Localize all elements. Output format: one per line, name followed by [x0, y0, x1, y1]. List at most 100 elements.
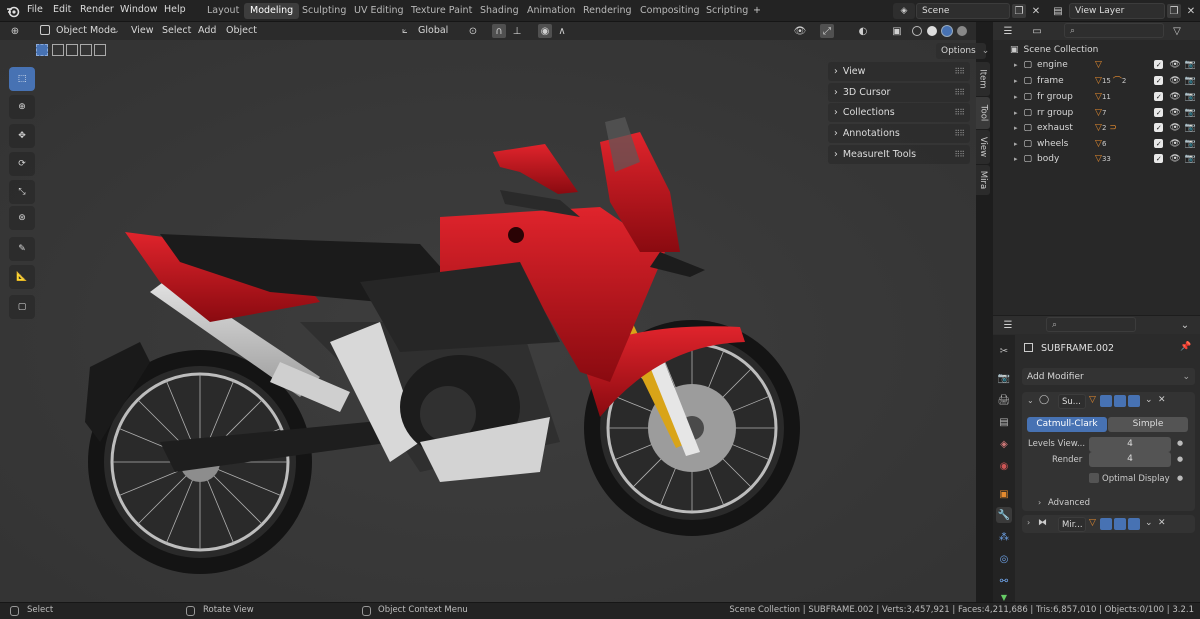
visibility-icon[interactable]: 👁 — [793, 24, 807, 38]
modifier-properties-icon[interactable]: 🔧 — [996, 507, 1012, 523]
keyframe-dot-icon[interactable]: ● — [1177, 474, 1183, 482]
filter-icon[interactable]: ▽ — [1170, 24, 1184, 38]
scale-tool-icon[interactable]: ⤡ — [9, 180, 35, 204]
remove-modifier-icon[interactable]: ✕ — [1158, 395, 1166, 405]
outliner-search-input[interactable]: ⌕ — [1064, 23, 1164, 38]
object-properties-icon[interactable]: ▣ — [996, 486, 1012, 502]
eye-icon[interactable]: 👁 — [1169, 92, 1180, 102]
include-checkbox[interactable]: ✓ — [1154, 76, 1164, 85]
blender-logo-icon[interactable] — [6, 4, 20, 18]
eye-icon[interactable]: 👁 — [1169, 60, 1180, 70]
include-checkbox[interactable]: ✓ — [1154, 139, 1164, 148]
expand-arrow-icon[interactable]: ▸ — [1014, 140, 1018, 148]
annotate-tool-icon[interactable]: ✎ — [9, 237, 35, 261]
include-checkbox[interactable]: ✓ — [1154, 123, 1164, 132]
outliner-row-wheels[interactable]: ▸ ▢ wheels ▽ 6 ✓ 👁 📷 — [996, 136, 1196, 151]
add-cube-tool-icon[interactable]: ▢ — [9, 295, 35, 319]
keyframe-dot-icon[interactable]: ● — [1177, 455, 1183, 463]
render-toggle-icon[interactable] — [1128, 395, 1140, 407]
solid-shading-icon[interactable] — [927, 26, 937, 36]
expand-arrow-icon[interactable]: ▸ — [1014, 109, 1018, 117]
drag-handle-icon[interactable]: ⠿⠿ — [954, 150, 965, 159]
expand-arrow-icon[interactable]: ▸ — [1014, 124, 1018, 132]
options-dropdown[interactable]: Options ⌄ — [936, 43, 989, 59]
tab-view[interactable]: View — [976, 130, 990, 164]
viewport-menu-add[interactable]: Add — [198, 25, 216, 36]
properties-search-input[interactable]: ⌕ — [1046, 317, 1136, 332]
include-checkbox[interactable]: ✓ — [1154, 60, 1164, 69]
tab-shading[interactable]: Shading — [474, 3, 525, 19]
edit-cage-icon[interactable]: ▽ — [1089, 518, 1096, 528]
transform-tool-icon[interactable]: ⊛ — [9, 206, 35, 230]
scene-properties-icon[interactable]: ◈ — [996, 436, 1012, 452]
tab-modeling[interactable]: Modeling — [244, 3, 300, 19]
modifier-name-field[interactable]: Su... — [1058, 394, 1086, 409]
editmode-toggle-icon[interactable] — [1100, 518, 1112, 530]
scene-icon[interactable]: ◈ — [893, 3, 915, 19]
npanel-measureit[interactable]: › MeasureIt Tools ⠿⠿ — [828, 145, 970, 164]
expand-arrow-icon[interactable]: ▸ — [1014, 77, 1018, 85]
render-levels-field[interactable]: 4 — [1089, 452, 1171, 467]
include-checkbox[interactable]: ✓ — [1154, 92, 1164, 101]
tab-sculpting[interactable]: Sculpting — [296, 3, 352, 19]
editor-type-icon[interactable]: ⊕ — [8, 24, 22, 38]
new-scene-icon[interactable]: ❐ — [1012, 4, 1026, 18]
camera-icon[interactable]: 📷 — [1185, 60, 1196, 70]
cursor-tool-icon[interactable]: ⊕ — [9, 95, 35, 119]
catmull-clark-button[interactable]: Catmull-Clark — [1027, 417, 1107, 432]
include-checkbox[interactable]: ✓ — [1154, 154, 1164, 163]
select-subtract-icon[interactable] — [66, 44, 78, 56]
chevron-right-icon[interactable]: › — [1027, 518, 1030, 527]
realtime-toggle-icon[interactable] — [1114, 395, 1126, 407]
npanel-3d-cursor[interactable]: › 3D Cursor ⠿⠿ — [828, 83, 970, 102]
outliner-row-body[interactable]: ▸ ▢ body ▽ 33 ✓ 👁 📷 — [996, 151, 1196, 166]
new-view-layer-icon[interactable]: ❐ — [1167, 4, 1181, 18]
menu-help[interactable]: Help — [164, 4, 186, 15]
realtime-toggle-icon[interactable] — [1114, 518, 1126, 530]
properties-editor-type-icon[interactable]: ☰ — [1001, 318, 1015, 332]
tab-compositing[interactable]: Compositing — [634, 3, 706, 19]
expand-down-icon[interactable]: ⌄ — [1027, 396, 1034, 405]
npanel-view[interactable]: › View ⠿⠿ — [828, 62, 970, 81]
viewport-menu-select[interactable]: Select — [162, 25, 191, 36]
keyframe-dot-icon[interactable]: ● — [1177, 439, 1183, 447]
editmode-toggle-icon[interactable] — [1100, 395, 1112, 407]
add-modifier-dropdown[interactable]: Add Modifier ⌄ — [1022, 368, 1195, 385]
remove-modifier-icon[interactable]: ✕ — [1158, 518, 1166, 528]
select-box-mode-icon[interactable] — [36, 44, 48, 56]
tab-texture-paint[interactable]: Texture Paint — [405, 3, 478, 19]
modifier-menu-chevron-icon[interactable]: ⌄ — [1145, 518, 1153, 528]
render-toggle-icon[interactable] — [1128, 518, 1140, 530]
menu-render[interactable]: Render — [80, 4, 114, 15]
remove-view-layer-icon[interactable]: ✕ — [1184, 4, 1198, 18]
drag-handle-icon[interactable]: ⠿⠿ — [954, 108, 965, 117]
select-intersect-icon[interactable] — [94, 44, 106, 56]
rotate-tool-icon[interactable]: ⟳ — [9, 152, 35, 176]
mirror-name-field[interactable]: Mir... — [1058, 517, 1086, 532]
camera-icon[interactable]: 📷 — [1185, 154, 1196, 164]
world-properties-icon[interactable]: ◉ — [996, 458, 1012, 474]
tab-tool[interactable]: Tool — [976, 97, 990, 129]
tab-layout[interactable]: Layout — [201, 3, 245, 19]
falloff-icon[interactable]: ∧ — [555, 24, 569, 38]
viewport-menu-view[interactable]: View — [131, 25, 154, 36]
select-extend-icon[interactable] — [52, 44, 64, 56]
outliner-row-exhaust[interactable]: ▸ ▢ exhaust ▽ 2 ⊃ ✓ 👁 📷 — [996, 120, 1196, 135]
simple-button[interactable]: Simple — [1108, 417, 1188, 432]
tab-rendering[interactable]: Rendering — [577, 3, 638, 19]
proportional-edit-icon[interactable]: ◉ — [538, 24, 552, 38]
data-properties-icon[interactable]: ▼ — [996, 592, 1012, 602]
advanced-subpanel[interactable]: Advanced — [1048, 498, 1090, 508]
outliner-row-frame[interactable]: ▸ ▢ frame ▽ 15 ⌒ 2 ✓ 👁 📷 — [996, 73, 1196, 88]
pin-icon[interactable]: 📌 — [1180, 342, 1191, 352]
scene-collection-row[interactable]: ▣ Scene Collection — [996, 42, 1196, 57]
eye-icon[interactable]: 👁 — [1169, 76, 1180, 86]
optimal-display-checkbox[interactable] — [1089, 473, 1099, 483]
eye-icon[interactable]: 👁 — [1169, 123, 1180, 133]
camera-icon[interactable]: 📷 — [1185, 123, 1196, 133]
npanel-collections[interactable]: › Collections ⠿⠿ — [828, 103, 970, 122]
rendered-shading-icon[interactable] — [957, 26, 967, 36]
eye-icon[interactable]: 👁 — [1169, 154, 1180, 164]
camera-icon[interactable]: 📷 — [1185, 92, 1196, 102]
constraints-properties-icon[interactable]: ⚯ — [996, 573, 1012, 589]
